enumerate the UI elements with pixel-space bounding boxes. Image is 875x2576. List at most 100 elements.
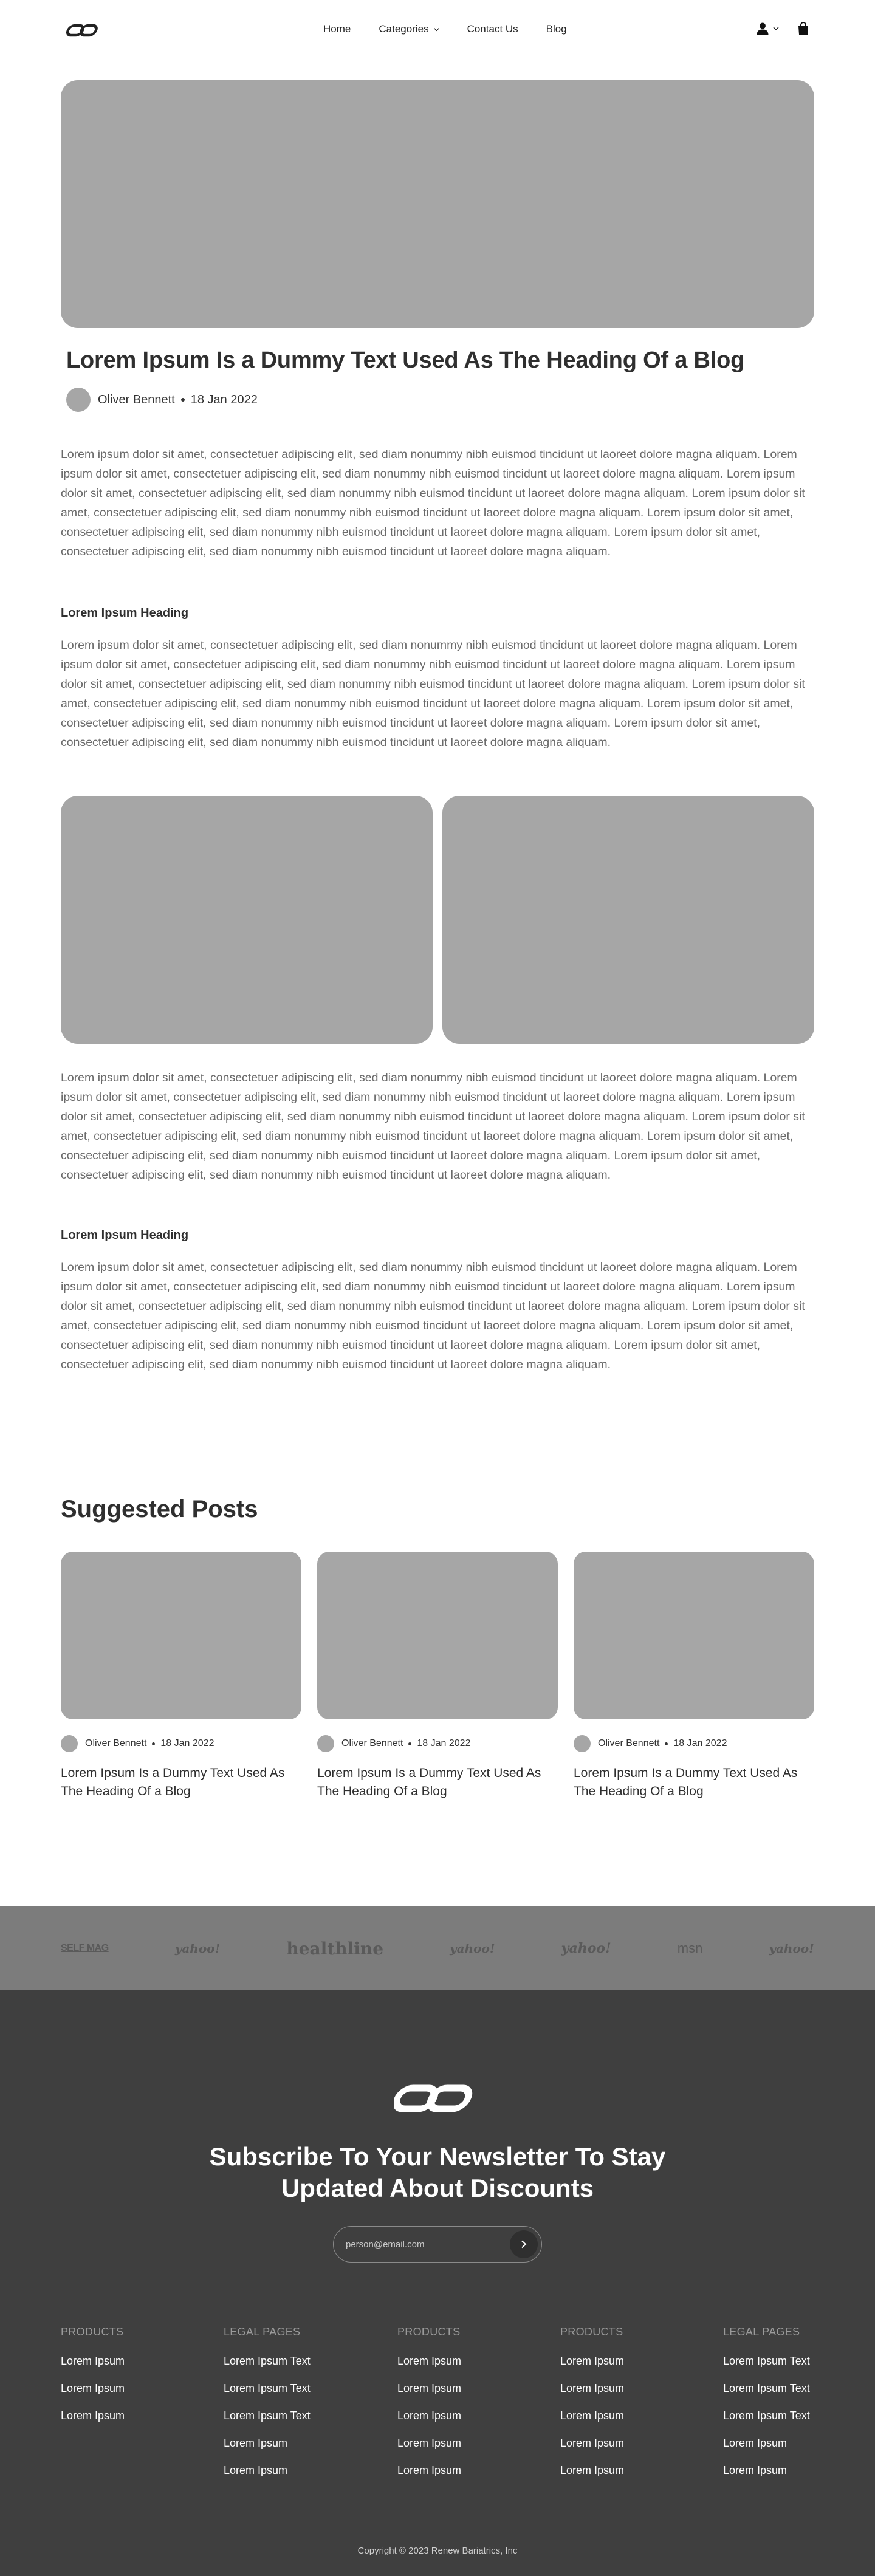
nav-home[interactable]: Home	[323, 23, 351, 35]
footer-column: PRODUCTS Lorem Ipsum Lorem Ipsum Lorem I…	[61, 2326, 125, 2436]
newsletter-title-line-1: Subscribe To Your Newsletter To Stay	[209, 2142, 666, 2171]
footer-link[interactable]: Lorem Ipsum Text	[224, 2354, 311, 2382]
post-byline: Oliver Bennett 18 Jan 2022	[66, 388, 258, 412]
footer-link[interactable]: Lorem Ipsum	[397, 2436, 461, 2464]
footer-link[interactable]: Lorem Ipsum	[397, 2464, 461, 2491]
separator-dot	[152, 1742, 156, 1745]
post-card[interactable]: Oliver Bennett 18 Jan 2022 Lorem Ipsum I…	[574, 1552, 814, 1801]
nav-contact-us[interactable]: Contact Us	[467, 23, 518, 35]
gallery-image	[442, 796, 814, 1044]
newsletter-email-input[interactable]	[346, 2239, 510, 2250]
post-card-image[interactable]	[574, 1552, 814, 1719]
page: Home Categories Contact Us Blog Lorem Ip…	[0, 0, 875, 2576]
post-sub-heading: Lorem Ipsum Heading	[61, 1228, 189, 1242]
separator-dot	[180, 398, 185, 402]
footer-link[interactable]: Lorem Ipsum	[61, 2382, 125, 2409]
image-gallery	[61, 796, 814, 1044]
separator-dot	[408, 1742, 412, 1745]
footer-link[interactable]: Lorem Ipsum	[397, 2409, 461, 2436]
footer-link[interactable]: Lorem Ipsum	[560, 2409, 624, 2436]
newsletter-form	[333, 2226, 542, 2263]
post-paragraph: Lorem ipsum dolor sit amet, consectetuer…	[61, 448, 805, 558]
footer-link[interactable]: Lorem Ipsum	[723, 2436, 810, 2464]
footer-link[interactable]: Lorem Ipsum Text	[723, 2382, 810, 2409]
author-name: Oliver Bennett	[98, 392, 175, 406]
post-date: 18 Jan 2022	[417, 1738, 471, 1749]
footer-column: LEGAL PAGES Lorem Ipsum Text Lorem Ipsum…	[723, 2326, 810, 2491]
user-icon	[757, 22, 769, 35]
footer-link[interactable]: Lorem Ipsum	[224, 2436, 311, 2464]
brand-logo-yahoo: yahoo!	[450, 1941, 495, 1956]
post-card-image[interactable]	[317, 1552, 558, 1719]
footer-link[interactable]: Lorem Ipsum	[397, 2382, 461, 2409]
footer-link[interactable]: Lorem Ipsum	[397, 2354, 461, 2382]
footer-column-heading: PRODUCTS	[397, 2326, 461, 2338]
nav-blog-label: Blog	[546, 23, 567, 35]
footer-column-heading: PRODUCTS	[560, 2326, 623, 2338]
footer-column-heading: PRODUCTS	[61, 2326, 124, 2338]
chevron-down-icon	[434, 27, 439, 31]
site-footer: Subscribe To Your Newsletter To Stay Upd…	[0, 1990, 875, 2576]
suggested-posts-list: Oliver Bennett 18 Jan 2022 Lorem Ipsum I…	[61, 1552, 814, 1801]
footer-link[interactable]: Lorem Ipsum	[723, 2464, 810, 2491]
footer-column: LEGAL PAGES Lorem Ipsum Text Lorem Ipsum…	[224, 2326, 311, 2491]
footer-column-heading: LEGAL PAGES	[723, 2326, 800, 2338]
post-card-title[interactable]: Lorem Ipsum Is a Dummy Text Used As The …	[574, 1764, 814, 1801]
chevron-right-icon	[521, 2240, 527, 2249]
chevron-down-icon	[773, 27, 779, 31]
brand-logo-yahoo: yahoo!	[561, 1941, 611, 1956]
avatar	[317, 1735, 334, 1752]
footer-link[interactable]: Lorem Ipsum	[560, 2464, 624, 2491]
footer-column-heading: LEGAL PAGES	[224, 2326, 301, 2338]
footer-link[interactable]: Lorem Ipsum	[224, 2464, 311, 2491]
footer-link[interactable]: Lorem Ipsum Text	[723, 2409, 810, 2436]
footer-link[interactable]: Lorem Ipsum	[61, 2354, 125, 2382]
post-date: 18 Jan 2022	[190, 392, 258, 406]
footer-link[interactable]: Lorem Ipsum	[560, 2436, 624, 2464]
footer-link[interactable]: Lorem Ipsum Text	[224, 2382, 311, 2409]
shopping-bag-icon[interactable]	[797, 22, 809, 35]
avatar	[61, 1735, 78, 1752]
footer-column: PRODUCTS Lorem Ipsum Lorem Ipsum Lorem I…	[397, 2326, 461, 2491]
copyright-text: Copyright © 2023 Renew Bariatrics, Inc	[357, 2546, 518, 2556]
post-card-title[interactable]: Lorem Ipsum Is a Dummy Text Used As The …	[61, 1764, 301, 1801]
post-date: 18 Jan 2022	[160, 1738, 214, 1749]
post-sub-heading: Lorem Ipsum Heading	[61, 606, 189, 620]
footer-link[interactable]: Lorem Ipsum	[560, 2354, 624, 2382]
account-menu-button[interactable]	[756, 22, 779, 35]
post-card-meta: Oliver Bennett 18 Jan 2022	[61, 1735, 301, 1752]
gallery-image	[61, 796, 433, 1044]
post-card-image[interactable]	[61, 1552, 301, 1719]
newsletter-submit-button[interactable]	[510, 2230, 538, 2258]
avatar	[574, 1735, 591, 1752]
brand-logo-yahoo: yahoo!	[769, 1941, 814, 1956]
newsletter-title: Subscribe To Your Newsletter To Stay Upd…	[0, 2141, 875, 2204]
press-logos-strip: SELF MAG yahoo! healthline yahoo! yahoo!…	[0, 1906, 875, 1990]
newsletter-title-line-2: Updated About Discounts	[281, 2174, 594, 2202]
brand-logo-icon[interactable]	[394, 2080, 481, 2117]
post-card[interactable]: Oliver Bennett 18 Jan 2022 Lorem Ipsum I…	[317, 1552, 558, 1801]
footer-link[interactable]: Lorem Ipsum Text	[723, 2354, 810, 2382]
post-card-meta: Oliver Bennett 18 Jan 2022	[317, 1735, 558, 1752]
footer-link[interactable]: Lorem Ipsum	[61, 2409, 125, 2436]
brand-logo-msn: msn	[677, 1941, 703, 1956]
footer-link[interactable]: Lorem Ipsum	[560, 2382, 624, 2409]
footer-link[interactable]: Lorem Ipsum Text	[224, 2409, 311, 2436]
post-card-meta: Oliver Bennett 18 Jan 2022	[574, 1735, 814, 1752]
avatar	[66, 388, 91, 412]
author-name: Oliver Bennett	[341, 1738, 403, 1749]
author-name: Oliver Bennett	[85, 1738, 147, 1749]
nav-categories-label: Categories	[379, 23, 429, 35]
post-paragraph: Lorem ipsum dolor sit amet, consectetuer…	[61, 639, 805, 749]
post-title: Lorem Ipsum Is a Dummy Text Used As The …	[66, 348, 745, 373]
post-paragraph: Lorem ipsum dolor sit amet, consectetuer…	[61, 1071, 805, 1182]
footer-column: PRODUCTS Lorem Ipsum Lorem Ipsum Lorem I…	[560, 2326, 624, 2491]
post-card[interactable]: Oliver Bennett 18 Jan 2022 Lorem Ipsum I…	[61, 1552, 301, 1801]
main-menu: Home Categories Contact Us Blog	[323, 23, 595, 35]
brand-logo-icon[interactable]	[66, 22, 100, 39]
post-card-title[interactable]: Lorem Ipsum Is a Dummy Text Used As The …	[317, 1764, 558, 1801]
brand-logo-yahoo: yahoo!	[174, 1941, 221, 1956]
hero-image	[61, 80, 814, 328]
nav-categories[interactable]: Categories	[379, 23, 439, 35]
nav-blog[interactable]: Blog	[546, 23, 567, 35]
